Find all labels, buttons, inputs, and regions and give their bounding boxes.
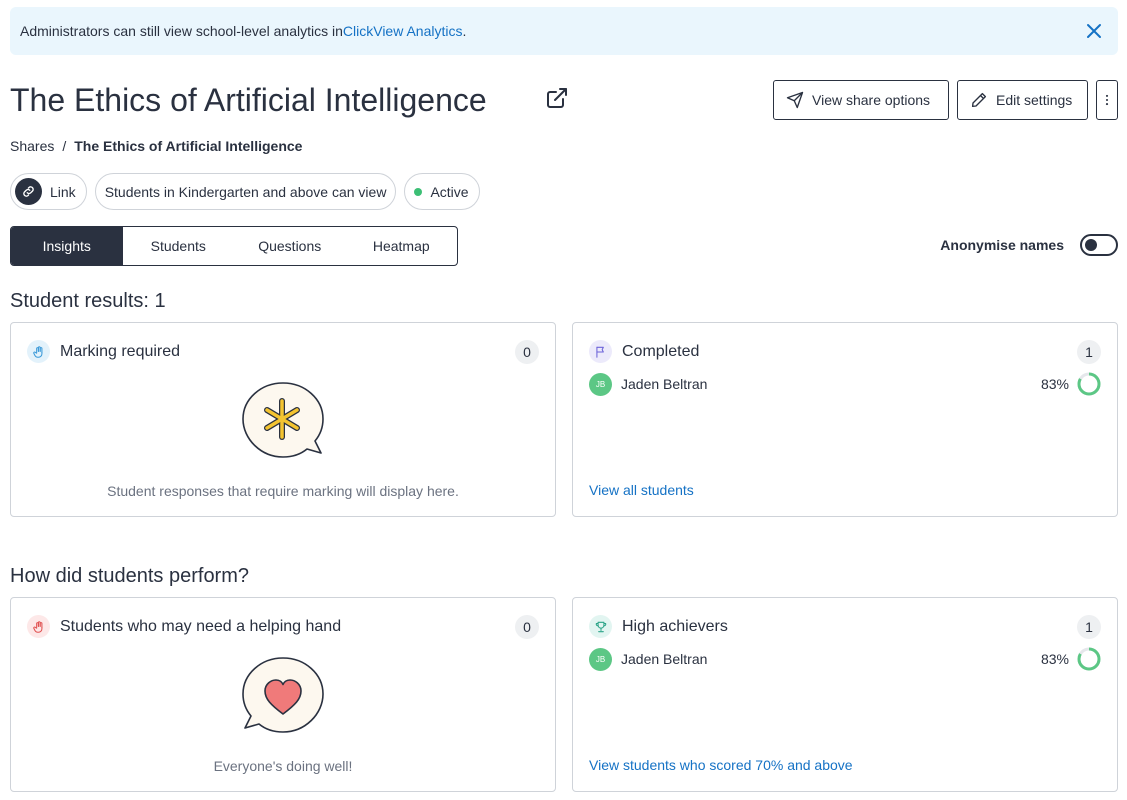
avatar: JB bbox=[589, 372, 612, 396]
clickview-analytics-link[interactable]: ClickView Analytics bbox=[343, 23, 463, 39]
completed-title: Completed bbox=[622, 342, 700, 360]
student-row[interactable]: JB Jaden Beltran 83% bbox=[589, 372, 1101, 396]
audience-chip: Students in Kindergarten and above can v… bbox=[94, 173, 397, 210]
student-score: 83% bbox=[1040, 651, 1069, 667]
helping-empty-text: Everyone's doing well! bbox=[213, 758, 353, 774]
card-header: Completed bbox=[589, 340, 699, 363]
title-row: The Ethics of Artificial Intelligence Vi… bbox=[10, 78, 1118, 122]
marking-required-card: Marking required 0 Student responses tha… bbox=[10, 322, 556, 517]
view-all-students-link[interactable]: View all students bbox=[589, 482, 694, 498]
completed-card: Completed 1 JB Jaden Beltran 83% View al… bbox=[572, 322, 1118, 517]
student-row[interactable]: JB Jaden Beltran 83% bbox=[589, 647, 1101, 671]
link-chip: Link bbox=[10, 173, 87, 210]
flag-icon bbox=[589, 340, 612, 363]
raised-hand-icon bbox=[27, 615, 50, 638]
banner-suffix: . bbox=[462, 23, 467, 39]
anonymise-label: Anonymise names bbox=[940, 237, 1064, 253]
share-label: View share options bbox=[812, 92, 931, 108]
helping-hand-card: Students who may need a helping hand 0 E… bbox=[10, 597, 556, 792]
score-ring bbox=[1077, 372, 1101, 396]
avatar: JB bbox=[589, 647, 612, 671]
hand-icon bbox=[27, 340, 50, 363]
completed-count-badge: 1 bbox=[1077, 340, 1101, 364]
audience-chip-label: Students in Kindergarten and above can v… bbox=[104, 183, 387, 200]
view-tabs: Insights Students Questions Heatmap bbox=[10, 226, 458, 266]
breadcrumb-current: The Ethics of Artificial Intelligence bbox=[74, 138, 303, 154]
tab-heatmap[interactable]: Heatmap bbox=[346, 227, 458, 265]
helping-count-badge: 0 bbox=[515, 615, 539, 639]
link-chip-label: Link bbox=[50, 183, 76, 200]
status-dot bbox=[414, 187, 423, 196]
view-share-options-button[interactable]: View share options bbox=[773, 80, 949, 120]
send-icon bbox=[786, 91, 804, 109]
status-badge: Active bbox=[404, 173, 480, 210]
marking-title: Marking required bbox=[60, 342, 181, 360]
student-name: Jaden Beltran bbox=[621, 376, 708, 392]
high-achievers-title: High achievers bbox=[622, 617, 728, 635]
heart-bubble-illustration bbox=[242, 657, 324, 733]
high-achievers-card: High achievers 1 JB Jaden Beltran 83% Vi… bbox=[572, 597, 1118, 792]
toggle-knob bbox=[1085, 239, 1097, 251]
info-banner: Administrators can still view school-lev… bbox=[10, 7, 1118, 55]
card-header: Students who may need a helping hand bbox=[27, 615, 341, 638]
card-header: High achievers bbox=[589, 615, 728, 638]
score-ring bbox=[1077, 647, 1101, 671]
performance-heading: How did students perform? bbox=[10, 565, 250, 587]
view-high-scorers-link[interactable]: View students who scored 70% and above bbox=[589, 757, 853, 773]
student-results-heading: Student results: 1 bbox=[10, 290, 166, 312]
asterisk-bubble-illustration bbox=[242, 382, 324, 458]
edit-label: Edit settings bbox=[996, 92, 1073, 108]
anonymise-control: Anonymise names bbox=[940, 234, 1118, 256]
marking-empty-text: Student responses that require marking w… bbox=[107, 483, 459, 499]
share-tags: Link Students in Kindergarten and above … bbox=[10, 173, 480, 210]
more-options-button[interactable] bbox=[1096, 80, 1118, 120]
breadcrumb-shares[interactable]: Shares bbox=[10, 138, 54, 154]
more-vertical-icon bbox=[1105, 94, 1109, 106]
tab-insights[interactable]: Insights bbox=[11, 227, 123, 265]
edit-settings-button[interactable]: Edit settings bbox=[957, 80, 1088, 120]
student-name: Jaden Beltran bbox=[621, 651, 708, 667]
tab-students[interactable]: Students bbox=[123, 227, 235, 265]
high-achievers-count-badge: 1 bbox=[1077, 615, 1101, 639]
anonymise-toggle[interactable] bbox=[1080, 234, 1118, 256]
status-label: Active bbox=[430, 183, 469, 200]
student-score: 83% bbox=[1040, 376, 1069, 392]
breadcrumb-separator: / bbox=[62, 138, 67, 154]
trophy-icon bbox=[589, 615, 612, 638]
breadcrumb: Shares / The Ethics of Artificial Intell… bbox=[10, 138, 302, 154]
tab-questions[interactable]: Questions bbox=[234, 227, 346, 265]
page-title: The Ethics of Artificial Intelligence bbox=[10, 82, 487, 118]
external-link-icon[interactable] bbox=[545, 86, 569, 110]
card-header: Marking required bbox=[27, 340, 180, 363]
link-icon bbox=[15, 178, 42, 205]
helping-title: Students who may need a helping hand bbox=[60, 617, 342, 635]
banner-text: Administrators can still view school-lev… bbox=[20, 23, 343, 39]
pencil-icon bbox=[971, 92, 987, 108]
marking-count-badge: 0 bbox=[515, 340, 539, 364]
close-icon[interactable] bbox=[1084, 21, 1104, 41]
